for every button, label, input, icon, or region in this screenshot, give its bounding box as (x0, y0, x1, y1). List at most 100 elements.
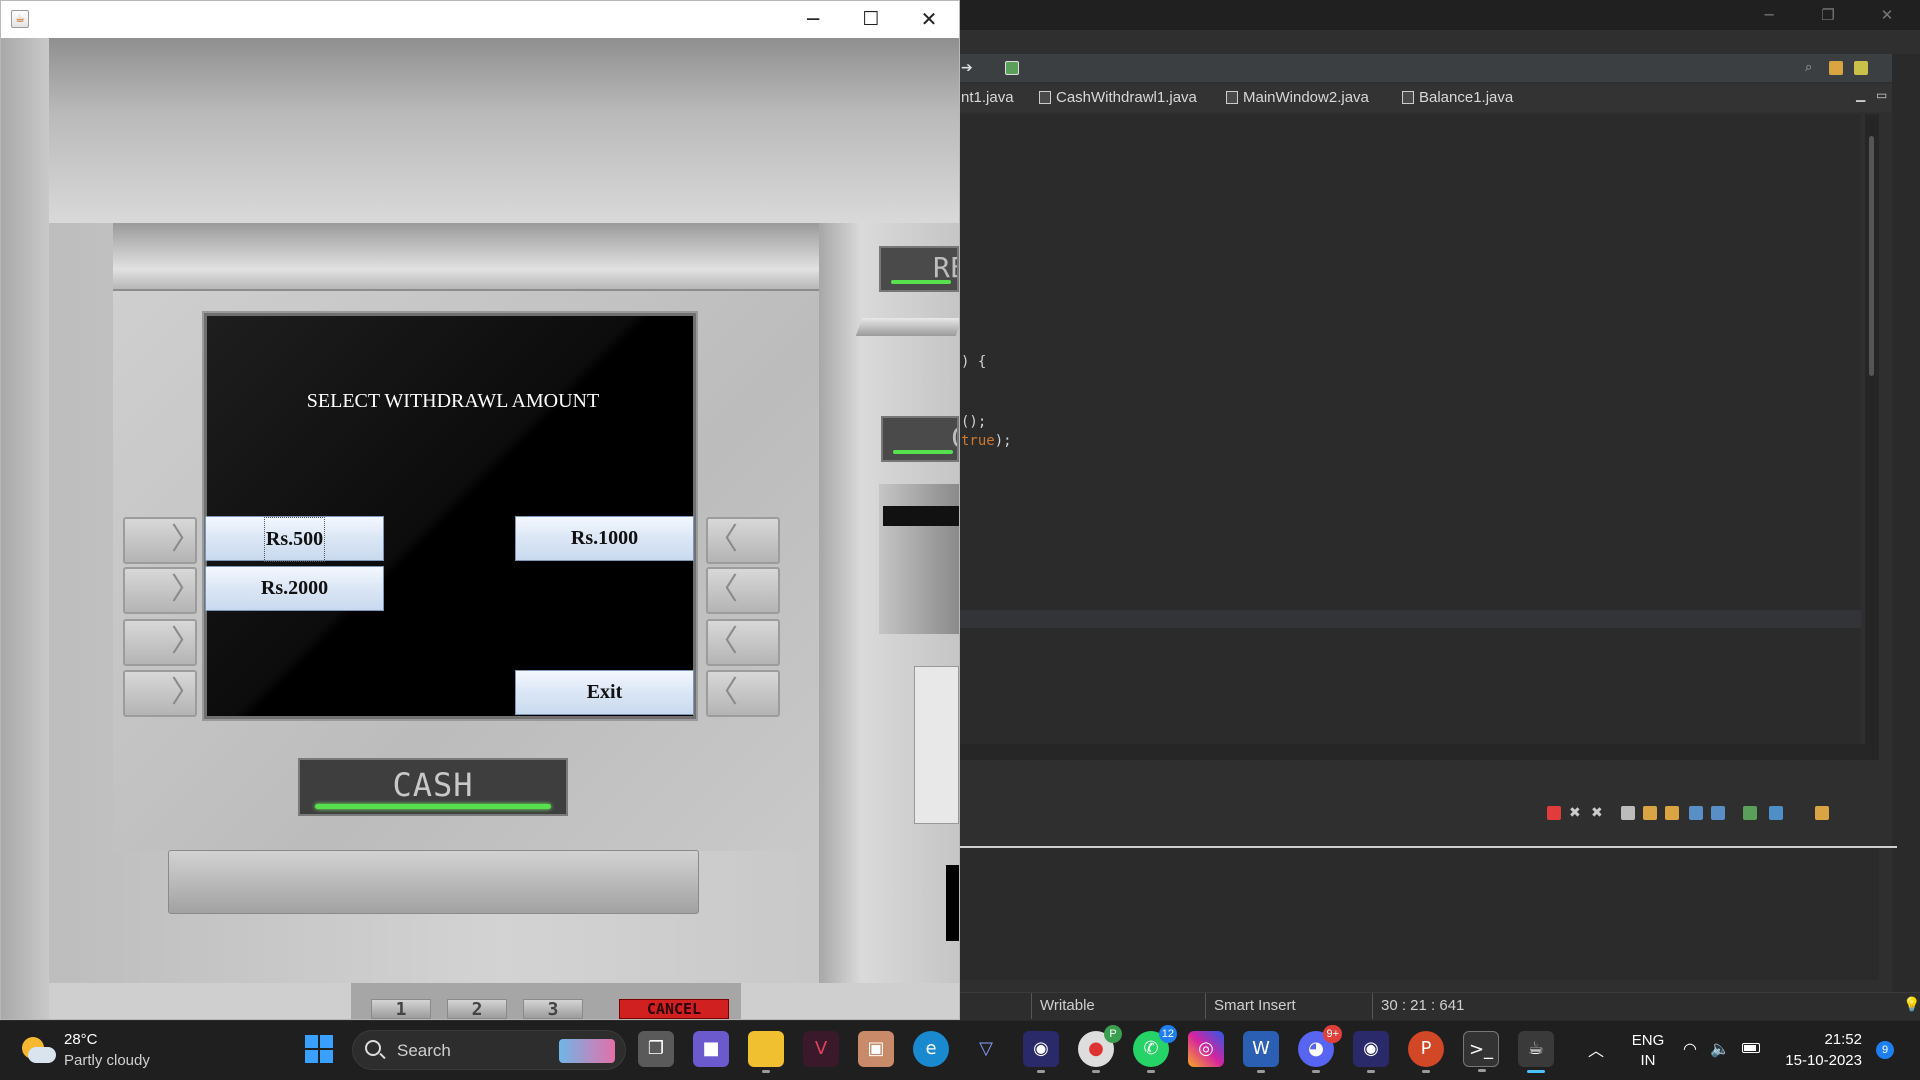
battery-icon[interactable] (1742, 1043, 1760, 1053)
language-region[interactable]: IN (1630, 1052, 1666, 1069)
editor-vertical-scrollbar[interactable] (1865, 114, 1879, 744)
remove-launch-icon[interactable]: ✖ (1569, 806, 1583, 820)
language-indicator[interactable]: ENG (1630, 1032, 1666, 1049)
exit-button[interactable]: Exit (515, 670, 694, 715)
pin-console-icon[interactable] (1743, 806, 1757, 820)
terminal-icon[interactable]: >_ (1463, 1031, 1499, 1072)
cash-led (315, 804, 551, 809)
atm-window: ☕ ─ ☐ ✕ RE C 〉 〉 〉 〉 〈 〈 〈 (0, 0, 960, 1020)
ide-right-trim (1892, 54, 1920, 1014)
tab-account1[interactable]: nt1.java (961, 88, 1014, 108)
console-output[interactable] (959, 848, 1879, 980)
scrollbar-thumb[interactable] (1869, 136, 1874, 376)
weather-condition[interactable]: Partly cloudy (64, 1052, 150, 1069)
search-placeholder: Search (397, 1041, 451, 1060)
taskbar-search-box[interactable]: Search (352, 1030, 626, 1070)
keypad-key-3[interactable]: 3 (523, 999, 583, 1019)
clock-date[interactable]: 15-10-2023 (1768, 1052, 1862, 1069)
atm-titlebar[interactable]: ☕ ─ ☐ ✕ (1, 1, 959, 38)
forward-arrow-icon[interactable]: ➔ (961, 61, 975, 75)
keypad-key-1[interactable]: 1 (371, 999, 431, 1019)
terminate-icon[interactable] (1547, 806, 1561, 820)
ide-minimize-button[interactable]: ─ (1757, 4, 1781, 26)
close-button[interactable]: ✕ (900, 1, 958, 38)
chevron-right-icon: 〉 (171, 675, 201, 710)
eclipse-icon[interactable]: ◉ (1353, 1031, 1389, 1073)
task-view-icon[interactable]: ❐ (638, 1031, 674, 1067)
chrome-icon[interactable]: ● P (1078, 1025, 1122, 1073)
current-line-highlight (959, 610, 1861, 628)
minimize-button[interactable]: ─ (784, 1, 842, 38)
editor-maximize-button[interactable]: ▭ (1876, 88, 1887, 102)
chevron-up-icon[interactable]: ︿ (1588, 1037, 1604, 1061)
tab-mainwindow2[interactable]: MainWindow2.java (1226, 88, 1369, 108)
left-side-key-1[interactable]: 〉 (123, 517, 201, 564)
teams-chat-icon[interactable]: ■ (693, 1031, 729, 1067)
card-reader (879, 484, 959, 634)
status-insert-mode: Smart Insert (1205, 993, 1375, 1019)
edge-icon[interactable]: e (913, 1031, 949, 1067)
vpn-icon[interactable]: ▽ (968, 1031, 1004, 1067)
word-wrap-icon[interactable] (1665, 806, 1679, 820)
tab-cashwithdrawl1[interactable]: CashWithdrawl1.java (1039, 88, 1197, 108)
keypad-cancel-button[interactable]: CANCEL (619, 999, 729, 1019)
open-task-icon[interactable] (1005, 61, 1019, 75)
rs1000-button[interactable]: Rs.1000 (515, 516, 694, 561)
clock-time[interactable]: 21:52 (1782, 1031, 1862, 1048)
powerpoint-icon[interactable]: P (1408, 1031, 1444, 1073)
rs500-button[interactable]: Rs.500 (205, 516, 384, 562)
right-side-key-2[interactable]: 〈 (706, 567, 780, 614)
chevron-left-icon: 〈 (708, 572, 738, 607)
keypad-key-2[interactable]: 2 (447, 999, 507, 1019)
show-console-stdout-icon[interactable] (1689, 806, 1703, 820)
debug-perspective-icon[interactable] (1854, 61, 1868, 75)
show-console-stderr-icon[interactable] (1711, 806, 1725, 820)
open-console-icon[interactable] (1815, 806, 1829, 820)
display-console-icon[interactable] (1769, 806, 1783, 820)
notification-badge[interactable]: 9 (1876, 1041, 1894, 1059)
wifi-icon[interactable]: ◠ (1683, 1039, 1697, 1059)
photo-app-icon[interactable]: ▣ (858, 1031, 894, 1067)
ide-restore-button[interactable]: ❐ (1816, 4, 1840, 26)
chevron-right-icon: 〉 (171, 624, 201, 659)
java-app-taskbar-icon[interactable]: ☕ (1518, 1031, 1554, 1073)
scroll-lock-icon[interactable] (1643, 806, 1657, 820)
word-icon[interactable]: W (1243, 1031, 1279, 1073)
eclipse-icon[interactable]: ◉ (1023, 1031, 1059, 1073)
left-side-key-3[interactable]: 〉 (123, 619, 201, 666)
right-side-key-4[interactable]: 〈 (706, 670, 780, 717)
start-button[interactable] (301, 1031, 337, 1067)
editor-minimize-button[interactable]: ▁ (1856, 88, 1865, 102)
right-side-key-1[interactable]: 〈 (706, 517, 780, 564)
weather-widget[interactable] (20, 1033, 56, 1069)
rs2000-button[interactable]: Rs.2000 (205, 566, 384, 611)
right-side-key-3[interactable]: 〈 (706, 619, 780, 666)
side-panel-window (914, 666, 959, 824)
java-app-icon: ☕ (11, 10, 29, 28)
discord-icon[interactable]: ◕ 9+ (1298, 1025, 1342, 1073)
left-side-key-4[interactable]: 〉 (123, 670, 201, 717)
left-side-key-2[interactable]: 〉 (123, 567, 201, 614)
remove-all-icon[interactable]: ✖ (1591, 806, 1605, 820)
open-perspective-icon[interactable] (1829, 61, 1843, 75)
ide-toolbar: ➔ ⌕ (959, 54, 1920, 82)
whatsapp-icon[interactable]: ✆ 12 (1133, 1025, 1177, 1073)
search-icon[interactable]: ⌕ (1805, 61, 1819, 75)
search-highlight-icon (559, 1039, 615, 1063)
editor-horizontal-scrollbar[interactable] (959, 744, 1879, 760)
tab-balance1[interactable]: Balance1.java (1402, 88, 1513, 108)
clear-console-icon[interactable] (1621, 806, 1635, 820)
atm-left-wall (1, 38, 49, 1019)
java-file-icon (1226, 91, 1238, 104)
ide-close-button[interactable]: ✕ (1875, 4, 1899, 26)
code-line: true); (961, 433, 1012, 449)
file-explorer-icon[interactable] (748, 1031, 784, 1073)
lightbulb-icon[interactable]: 💡 (1903, 997, 1920, 1013)
volume-icon[interactable]: 🔈 (1710, 1039, 1730, 1059)
maximize-button[interactable]: ☐ (842, 1, 900, 38)
instagram-icon[interactable]: ◎ (1188, 1031, 1224, 1067)
code-editor[interactable]: ) { (); true); (959, 114, 1861, 744)
ide-editor-tabs: nt1.java CashWithdrawl1.java MainWindow2… (959, 84, 1920, 112)
app-v-icon[interactable]: V (803, 1031, 839, 1067)
weather-temp[interactable]: 28°C (64, 1031, 98, 1048)
